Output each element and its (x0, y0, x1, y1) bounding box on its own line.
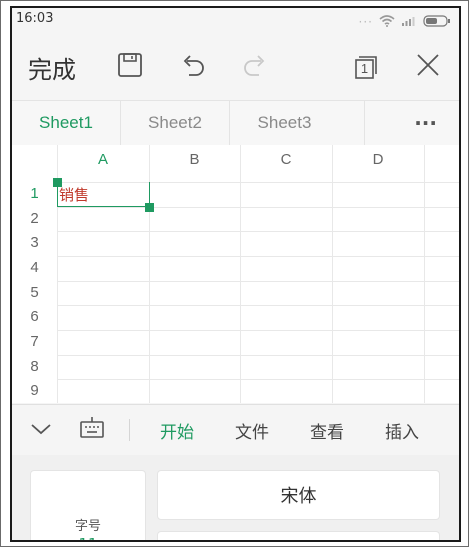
tab-sheet3[interactable]: Sheet3 (230, 101, 339, 145)
column-header-b[interactable]: B (149, 145, 240, 175)
done-label: 完成 (28, 55, 76, 84)
tab-insert-label: 插入 (385, 422, 419, 443)
done-button[interactable]: 完成 (26, 34, 78, 100)
status-bar: 16:03 ··· (12, 8, 459, 34)
grid-line (240, 145, 241, 403)
column-header-a[interactable]: A (57, 145, 149, 175)
grid-line (57, 281, 459, 282)
selection-handle-bottom-right[interactable] (145, 203, 154, 212)
font-style-row[interactable] (157, 531, 440, 540)
status-icons: ··· (359, 12, 451, 31)
grid-line (57, 305, 459, 306)
row-header-3[interactable]: 3 (12, 234, 57, 251)
column-header-c[interactable]: C (240, 145, 332, 175)
tab-file[interactable]: 文件 (226, 405, 278, 455)
font-size-control[interactable]: 字号 11 (30, 470, 146, 540)
font-name-value: 宋体 (280, 486, 317, 507)
grid-line (57, 207, 459, 208)
format-panel: 字号 11 宋体 (12, 455, 459, 540)
undo-icon (179, 51, 207, 83)
redo-icon (241, 51, 269, 83)
redo-button[interactable] (237, 34, 273, 100)
save-icon (116, 51, 144, 83)
row-header-5[interactable]: 5 (12, 284, 57, 301)
row-header-4[interactable]: 4 (12, 259, 57, 276)
row-header-8[interactable]: 8 (12, 358, 57, 375)
close-icon (415, 52, 441, 82)
save-button[interactable] (112, 34, 148, 100)
collapse-button[interactable] (24, 405, 58, 455)
grid-line (57, 256, 459, 257)
page-count: 1 (360, 61, 369, 76)
column-headers: A B C D (12, 145, 459, 175)
pages-icon: 1 (352, 53, 380, 81)
tab-start[interactable]: 开始 (151, 405, 203, 455)
tab-start-label: 开始 (160, 422, 194, 443)
cell-a1-value: 销售 (59, 186, 90, 204)
grid-line (424, 145, 425, 403)
font-size-label: 字号 (74, 519, 101, 534)
close-button[interactable] (410, 34, 446, 100)
top-toolbar: 完成 1 (12, 34, 459, 100)
tab-view-label: 查看 (310, 422, 344, 443)
font-size-value: 11 (31, 535, 145, 540)
keyboard-button[interactable] (74, 405, 110, 455)
chevron-down-icon (30, 421, 52, 440)
column-header-d[interactable]: D (332, 145, 424, 175)
status-time: 16:03 (16, 11, 54, 26)
row-header-6[interactable]: 6 (12, 308, 57, 325)
row-header-2[interactable]: 2 (12, 210, 57, 227)
grid-line (57, 379, 459, 380)
grid-line (57, 231, 459, 232)
grid-line (57, 330, 459, 331)
sheet-tabs: Sheet1 Sheet2 Sheet3 ··· (12, 100, 459, 146)
spreadsheet-grid[interactable]: A B C D 1 2 3 4 5 6 7 8 9 销售 (12, 145, 459, 403)
tab-sheet1[interactable]: Sheet1 (12, 101, 121, 145)
tab-file-label: 文件 (235, 422, 269, 443)
bottom-toolbar: 开始 文件 查看 插入 (12, 404, 459, 456)
battery-icon (423, 12, 451, 31)
row-header-1[interactable]: 1 (12, 185, 57, 202)
row-header-9[interactable]: 9 (12, 382, 57, 399)
row-header-7[interactable]: 7 (12, 333, 57, 350)
grid-line (332, 145, 333, 403)
signal-icon (401, 12, 417, 31)
wifi-icon (379, 12, 395, 31)
status-dots: ··· (358, 14, 373, 29)
more-icon: ··· (414, 111, 437, 135)
font-name-selector[interactable]: 宋体 (157, 470, 440, 520)
tab-sheet2[interactable]: Sheet2 (121, 101, 230, 145)
keyboard-icon (79, 416, 105, 444)
selection-handle-top-left[interactable] (53, 178, 62, 187)
more-sheets-button[interactable]: ··· (364, 101, 459, 145)
tab-view[interactable]: 查看 (301, 405, 353, 455)
undo-button[interactable] (175, 34, 211, 100)
phone-screen: 16:03 ··· 完成 1 Sheet1 Sheet2 Sheet3 ··· … (10, 6, 461, 542)
tab-insert[interactable]: 插入 (376, 405, 428, 455)
grid-line (57, 355, 459, 356)
toolbar-divider (129, 419, 130, 441)
pages-button[interactable]: 1 (348, 34, 384, 100)
